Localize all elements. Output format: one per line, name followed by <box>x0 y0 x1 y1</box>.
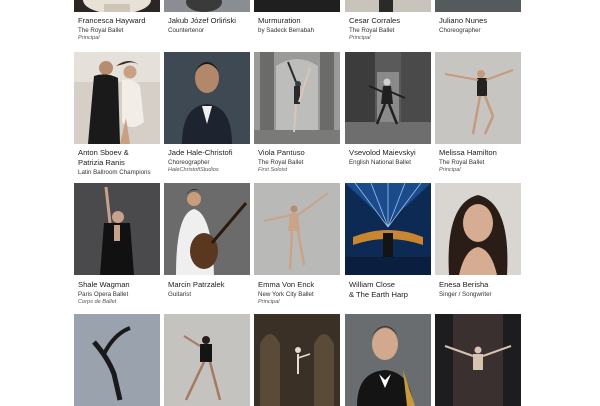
artist-name: Jade Hale-Christofi <box>168 148 233 157</box>
artist-photo[interactable] <box>345 183 431 275</box>
artist-photo[interactable] <box>164 0 250 12</box>
artist-affiliation: English National Ballet <box>349 159 411 166</box>
artist-name: Murmuration <box>258 16 301 25</box>
artist-name: Jakub Józef Orliński <box>168 16 236 25</box>
artist-photo[interactable] <box>435 52 521 144</box>
artist-name: Enesa Berisha <box>439 280 489 289</box>
artist-role: Principal <box>349 35 371 41</box>
artist-affiliation: Countertenor <box>168 27 205 34</box>
artist-affiliation: The Royal Ballet <box>349 27 395 34</box>
artist-photo[interactable] <box>435 0 521 12</box>
artist-affiliation: New York City Ballet <box>258 291 314 298</box>
artist-role: Corps de Ballet <box>78 299 117 305</box>
artist-role: First Soloist <box>258 167 288 173</box>
artist-affiliation: Choreographer <box>168 159 210 166</box>
artist-name: Francesca Hayward <box>78 16 146 25</box>
artist-grid: Francesca Hayward The Royal Ballet Princ… <box>0 0 600 406</box>
artist-photo[interactable] <box>254 0 340 12</box>
artist-role: Principal <box>439 167 461 173</box>
artist-photo[interactable] <box>345 314 431 406</box>
artist-name: William Close & The Earth Harp <box>349 280 408 299</box>
artist-affiliation: Latin Ballroom Champions <box>78 169 151 176</box>
artist-role: Principal <box>78 35 100 41</box>
artist-photo[interactable] <box>345 0 431 12</box>
artist-affiliation: Guitarist <box>168 291 192 298</box>
artist-role: Principal <box>258 299 280 305</box>
artist-photo[interactable] <box>435 314 521 406</box>
artist-affiliation: Paris Opera Ballet <box>78 291 129 298</box>
artist-photo[interactable] <box>254 183 340 275</box>
artist-photo[interactable] <box>164 183 250 275</box>
artist-photo[interactable] <box>74 52 160 144</box>
artist-photo[interactable] <box>345 52 431 144</box>
artist-photo[interactable] <box>74 183 160 275</box>
artist-photo[interactable] <box>254 314 340 406</box>
artist-photo[interactable] <box>74 314 160 406</box>
artist-photo[interactable] <box>74 0 160 12</box>
artist-affiliation: Choreographer <box>439 27 481 34</box>
artist-name: Marcin Patrzalek <box>168 280 225 289</box>
artist-name: Viola Pantuso <box>258 148 305 157</box>
artist-role: HaleChristofiStudios <box>168 167 219 173</box>
artist-affiliation: The Royal Ballet <box>78 27 124 34</box>
artist-photo[interactable] <box>164 314 250 406</box>
artist-photo[interactable] <box>254 52 340 144</box>
artist-photo[interactable] <box>435 183 521 275</box>
artist-affiliation: Singer / Songwriter <box>439 291 492 298</box>
artist-photo[interactable] <box>164 52 250 144</box>
artist-affiliation: The Royal Ballet <box>439 159 485 166</box>
artist-name: Anton Sboev & Patrizia Ranis <box>78 148 129 167</box>
artist-name: Melissa Hamilton <box>439 148 497 157</box>
artist-name: Juliano Nunes <box>439 16 488 25</box>
artist-name: Shale Wagman <box>78 280 130 289</box>
artist-name: Emma Von Enck <box>258 280 315 289</box>
artist-affiliation: The Royal Ballet <box>258 159 304 166</box>
artist-affiliation: by Sadeck Berrabah <box>258 27 315 34</box>
artist-name: Vsevolod Maievskyi <box>349 148 416 157</box>
artist-name: Cesar Corrales <box>349 16 401 25</box>
